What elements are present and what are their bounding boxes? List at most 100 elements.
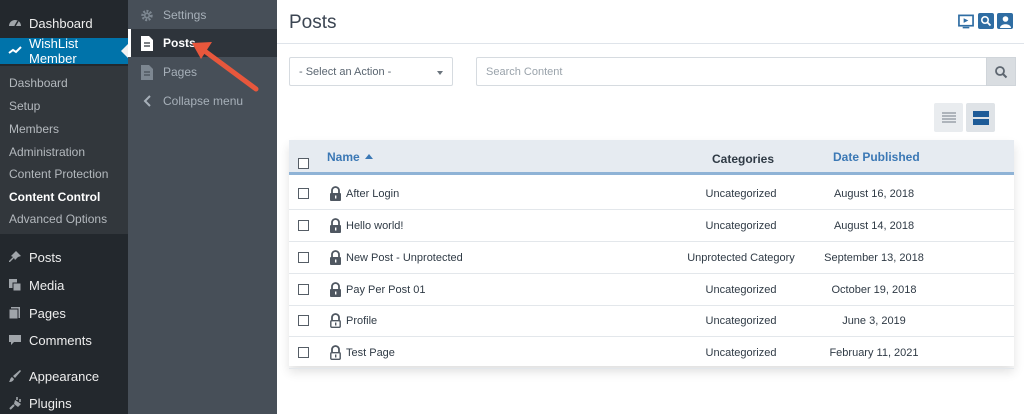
row-name-text[interactable]: Test Page [346, 347, 395, 359]
row-date-cell: August 16, 2018 [833, 188, 915, 200]
menu-item-media[interactable]: Media [0, 272, 128, 298]
wishlist-check-icon [8, 44, 22, 58]
menu-item-label: Pages [29, 305, 66, 321]
menu-item-label: Comments [29, 332, 92, 348]
search-button[interactable] [986, 57, 1016, 86]
user-icon[interactable] [997, 13, 1013, 29]
list-view-button[interactable] [934, 103, 963, 132]
row-name-cell[interactable]: New Post - Unprotected [329, 250, 463, 265]
submenu-item-members[interactable]: Members [9, 122, 59, 136]
gear-icon [140, 8, 154, 22]
document-icon [140, 64, 154, 80]
row-name-text[interactable]: Pay Per Post 01 [346, 284, 426, 296]
row-name-cell[interactable]: Hello world! [329, 218, 403, 233]
submenu-item-advanced-options[interactable]: Advanced Options [9, 212, 107, 226]
row-checkbox[interactable] [298, 284, 309, 295]
table-row[interactable]: Profile Uncategorized June 3, 2019 [289, 305, 1014, 337]
row-name-cell[interactable]: Test Page [329, 345, 395, 360]
menu-item-wishlist-member[interactable]: WishList Member [0, 36, 128, 66]
list-view-icon [941, 112, 956, 123]
lock-icon [330, 218, 341, 233]
table-row[interactable]: Hello world! Uncategorized August 14, 2018 [289, 210, 1014, 242]
row-category-cell: Uncategorized [705, 220, 777, 232]
menu-item-comments[interactable]: Comments [0, 327, 128, 353]
submenu-item-administration[interactable]: Administration [9, 145, 85, 159]
table-header: Name Categories Date Published [289, 140, 1014, 175]
menu-item-pages[interactable]: Pages [0, 300, 128, 326]
chevron-down-icon [437, 71, 443, 75]
menu-item-posts[interactable]: Posts [0, 244, 128, 270]
column-header-categories: Categories [712, 152, 775, 166]
row-category-cell: Uncategorized [705, 347, 777, 359]
row-category-cell: Uncategorized [705, 188, 777, 200]
row-checkbox[interactable] [298, 220, 309, 231]
row-checkbox[interactable] [298, 252, 309, 263]
active-arrow-icon [121, 44, 128, 58]
menu-item-plugins[interactable]: Plugins [0, 390, 128, 414]
row-category-cell: Uncategorized [705, 315, 777, 327]
menu-item-label: WishList Member [29, 36, 79, 66]
column-header-name[interactable]: Name [327, 150, 373, 164]
flyout-item-settings[interactable]: Settings [128, 1, 277, 29]
table-row[interactable]: New Post - Unprotected Unprotected Catego… [289, 242, 1014, 274]
menu-item-label: Posts [29, 249, 62, 265]
menu-item-appearance[interactable]: Appearance [0, 363, 128, 389]
table-row[interactable]: Pay Per Post 01 Uncategorized October 19, … [289, 274, 1014, 306]
sort-ascending-icon [364, 154, 373, 159]
annotation-arrow-icon [192, 42, 259, 92]
main-content: Posts - Select an Action - Name Categori… [277, 0, 1024, 414]
title-bar: Posts [277, 0, 1024, 44]
row-name-cell[interactable]: Pay Per Post 01 [329, 282, 426, 297]
brush-icon [8, 369, 22, 383]
bulk-action-selected: - Select an Action - [299, 66, 392, 78]
row-name-text[interactable]: New Post - Unprotected [346, 252, 463, 264]
pages-icon [8, 306, 22, 320]
admin-sidebar: Dashboard WishList Member Dashboard Setu… [0, 0, 128, 414]
row-date-cell: February 11, 2021 [829, 347, 919, 359]
row-name-text[interactable]: Profile [346, 315, 377, 327]
comment-icon [8, 333, 22, 347]
row-name-cell[interactable]: Profile [329, 313, 377, 328]
wishlist-submenu: Dashboard Setup Members Administration C… [0, 66, 128, 234]
row-name-cell[interactable]: After Login [329, 186, 399, 201]
grid-view-icon [972, 110, 989, 125]
chevron-left-icon [140, 94, 154, 108]
row-checkbox[interactable] [298, 315, 309, 326]
column-header-date[interactable]: Date Published [833, 150, 920, 164]
submenu-item-dashboard[interactable]: Dashboard [9, 76, 68, 90]
row-name-text[interactable]: After Login [346, 188, 399, 200]
lock-icon [330, 186, 341, 201]
menu-item-label: Media [29, 277, 65, 293]
row-category-cell: Uncategorized [705, 284, 777, 296]
grid-view-button[interactable] [966, 103, 995, 132]
search-help-icon[interactable] [978, 13, 994, 29]
posts-table: Name Categories Date Published After Log… [289, 140, 1014, 369]
row-date-cell: October 19, 2018 [831, 284, 917, 296]
row-checkbox[interactable] [298, 188, 309, 199]
row-date-cell: September 13, 2018 [824, 252, 924, 264]
flyout-item-label: Settings [163, 8, 207, 22]
search-input[interactable] [476, 57, 987, 86]
submenu-item-content-control[interactable]: Content Control [9, 190, 100, 204]
media-icon [8, 278, 22, 292]
column-header-label: Name [327, 150, 360, 164]
submenu-item-content-protection[interactable]: Content Protection [9, 167, 108, 181]
document-icon [140, 35, 154, 51]
row-checkbox[interactable] [298, 347, 309, 358]
plug-icon [8, 396, 22, 410]
row-category-cell: Unprotected Category [687, 252, 795, 264]
submenu-item-setup[interactable]: Setup [9, 99, 40, 113]
search-icon [995, 65, 1008, 78]
table-row[interactable]: After Login Uncategorized August 16, 2018 [289, 178, 1014, 210]
select-all-checkbox[interactable] [298, 158, 309, 169]
row-date-cell: August 14, 2018 [833, 220, 915, 232]
menu-item-dashboard[interactable]: Dashboard [0, 10, 128, 36]
menu-item-label: Appearance [29, 368, 100, 384]
bulk-action-select[interactable]: - Select an Action - [289, 57, 453, 86]
table-row[interactable]: Test Page Uncategorized February 11, 2021 [289, 337, 1014, 369]
row-name-text[interactable]: Hello world! [346, 220, 403, 232]
unlock-icon [330, 313, 341, 328]
page-title: Posts [289, 12, 337, 33]
video-icon[interactable] [958, 13, 974, 29]
pin-icon [8, 250, 22, 264]
